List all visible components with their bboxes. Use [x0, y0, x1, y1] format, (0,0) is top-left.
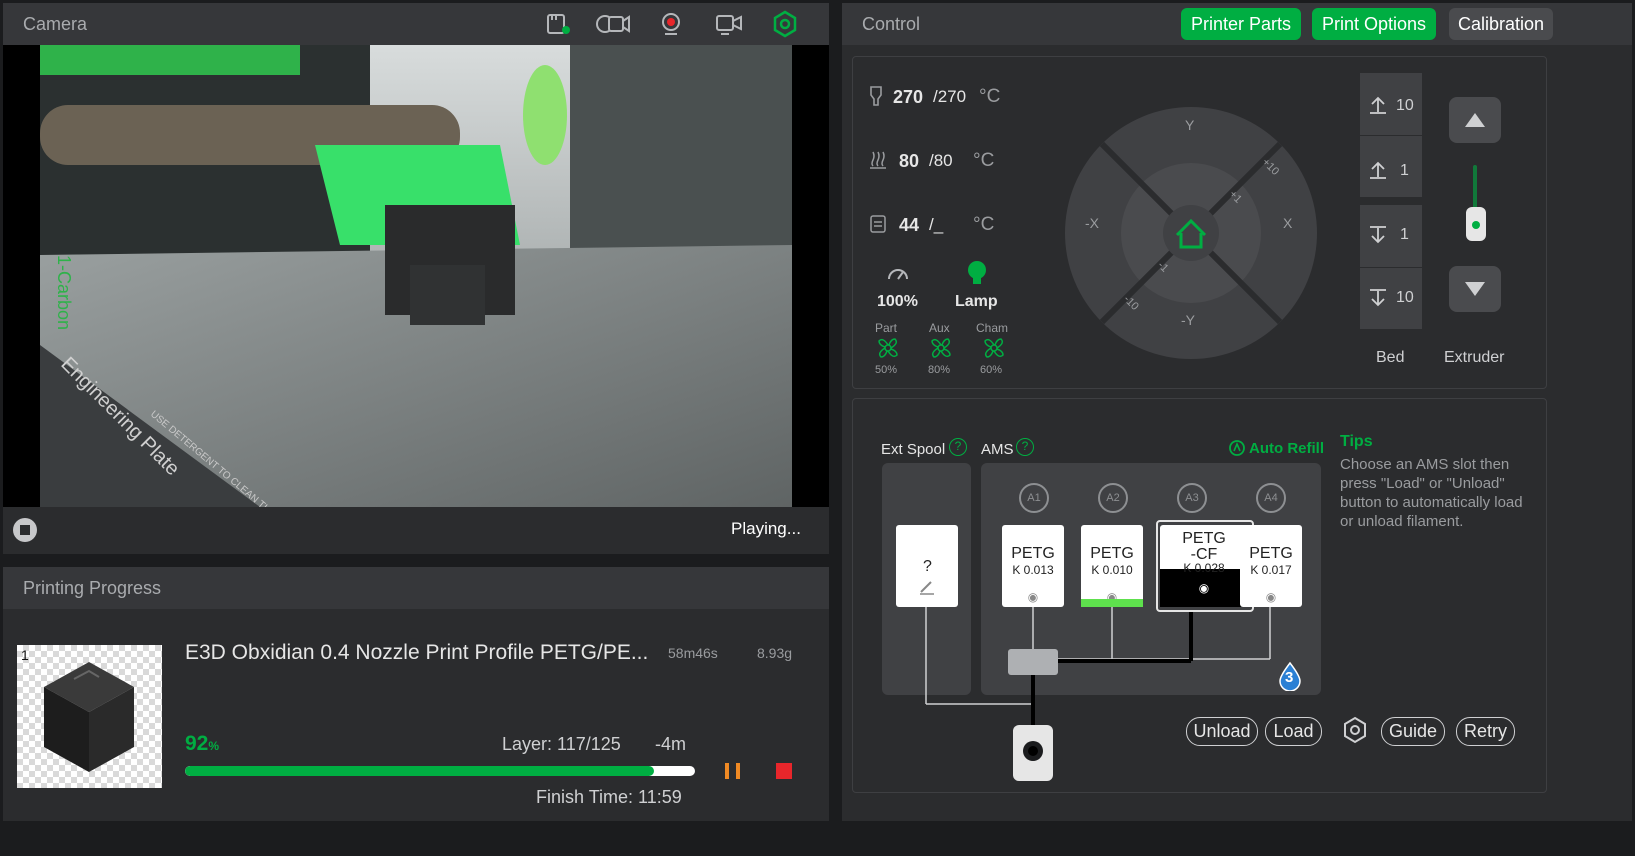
extruder-label: Extruder	[1444, 349, 1505, 366]
progress-header: Printing Progress	[3, 567, 829, 609]
humidity-level: 3	[1285, 669, 1294, 686]
progress-panel: Printing Progress 1 E3D Obxidian 0.4 Noz…	[3, 567, 829, 821]
fan-aux-icon[interactable]	[928, 335, 954, 361]
lamp-label[interactable]: Lamp	[955, 293, 998, 311]
extruder-down-button[interactable]	[1449, 266, 1501, 312]
nozzle-icon	[870, 86, 882, 106]
arrow-up-icon	[1370, 96, 1386, 114]
video-icon[interactable]	[715, 11, 743, 37]
fan-part-value: 50%	[875, 364, 898, 376]
motion-box: 270 /270 °C 80 /80 °C 44 /_ °C 100% Lamp…	[852, 56, 1547, 389]
arrow-up-icon	[1370, 161, 1386, 179]
bed-temp-unit: °C	[973, 150, 995, 171]
triangle-up-icon	[1465, 113, 1485, 127]
stop-stream-icon[interactable]	[12, 517, 38, 543]
extruder-head-icon	[1466, 207, 1486, 241]
control-title: Control	[862, 14, 921, 34]
unload-button[interactable]: Unload	[1186, 717, 1258, 746]
bed-temp-current: 80	[899, 151, 920, 171]
record-icon[interactable]	[659, 11, 683, 37]
sd-card-icon[interactable]	[545, 12, 571, 36]
scene-text-carbon: 1-Carbon	[54, 255, 74, 330]
toolhead-icon	[1013, 725, 1053, 781]
jog-y-plus[interactable]: Y	[1185, 117, 1194, 133]
progress-percent: 92%	[185, 732, 219, 756]
fan-cham-label: Cham	[976, 321, 1009, 335]
load-button[interactable]: Load	[1265, 717, 1322, 746]
camera-image: 1-Carbon Engineering Plate USE DETERGENT…	[40, 45, 792, 507]
bed-heat-icon	[870, 151, 886, 169]
camera-panel: Camera 1-Carbon Engineering Plate Playin…	[3, 3, 829, 554]
bed-down-1-button[interactable]: 1	[1360, 205, 1422, 267]
lamp-icon[interactable]	[964, 259, 990, 287]
bed-up-1-label: 1	[1400, 162, 1409, 179]
camera-feed: 1-Carbon Engineering Plate USE DETERGENT…	[3, 45, 829, 507]
ams-box: Ext Spool ? AMS ? Auto Refill Tips Choos…	[852, 398, 1547, 793]
arrow-down-icon	[1370, 226, 1386, 244]
triangle-down-icon	[1465, 282, 1485, 296]
model-cube-icon	[44, 662, 134, 772]
layer-count: Layer: 117/125	[502, 734, 621, 754]
speed-value[interactable]: 100%	[877, 293, 918, 311]
control-panel: Control Printer Parts Print Options Cali…	[842, 3, 1632, 821]
job-weight: 8.93g	[757, 645, 793, 661]
progress-percent-unit: %	[208, 739, 220, 753]
progress-title: Printing Progress	[23, 578, 162, 598]
tab-printer-parts[interactable]: Printer Parts	[1181, 8, 1301, 40]
progress-bar	[185, 766, 695, 776]
jog-x-minus[interactable]: -X	[1085, 215, 1099, 231]
job-name: E3D Obxidian 0.4 Nozzle Print Profile PE…	[185, 641, 649, 664]
bed-up-10-button[interactable]: 10	[1360, 73, 1422, 135]
retry-button[interactable]: Retry	[1456, 717, 1515, 746]
fan-cham-icon[interactable]	[981, 335, 1007, 361]
chamber-temp-current: 44	[899, 215, 920, 235]
stop-print-button[interactable]	[776, 763, 792, 779]
chamber-temp-target: /_	[929, 215, 944, 234]
arrow-down-icon	[1370, 289, 1386, 307]
fan-aux-value: 80%	[928, 364, 951, 376]
remaining-time: -4m	[655, 734, 686, 754]
nozzle-temp-current: 270	[893, 87, 924, 107]
tab-print-options[interactable]: Print Options	[1312, 8, 1436, 40]
extruder-up-button[interactable]	[1449, 97, 1501, 143]
fan-cham-value: 60%	[980, 364, 1003, 376]
nozzle-temp-unit: °C	[979, 86, 1001, 107]
bed-up-1-button[interactable]: 1	[1360, 135, 1422, 197]
stream-status: Playing...	[731, 519, 801, 538]
bed-temp-target[interactable]: /80	[929, 151, 953, 171]
bed-up-group: 10 1	[1360, 73, 1422, 197]
fan-part-label: Part	[875, 321, 898, 335]
plate-number: 1	[21, 647, 29, 663]
bed-label: Bed	[1376, 349, 1405, 366]
pause-button[interactable]	[723, 763, 743, 781]
bed-down-10-label: 10	[1396, 289, 1414, 306]
progress-percent-value: 92	[185, 732, 209, 755]
fan-aux-label: Aux	[929, 321, 950, 335]
chamber-icon	[870, 215, 886, 233]
finish-time: Finish Time: 11:59	[536, 787, 682, 807]
tab-calibration[interactable]: Calibration	[1449, 8, 1553, 40]
nozzle-temp-target[interactable]: /270	[933, 87, 966, 107]
job-time: 58m46s	[668, 645, 718, 661]
jog-x-plus[interactable]: X	[1283, 215, 1292, 231]
camera-settings-icon[interactable]	[771, 10, 799, 38]
bed-down-1-label: 1	[1400, 226, 1409, 243]
bed-up-10-label: 10	[1396, 97, 1414, 114]
bed-down-10-button[interactable]: 10	[1360, 267, 1422, 329]
bed-down-group: 1 10	[1360, 205, 1422, 329]
settings-gear-icon[interactable]	[1340, 715, 1370, 745]
jog-y-minus[interactable]: -Y	[1181, 312, 1195, 328]
chamber-temp-unit: °C	[973, 214, 995, 235]
guide-button[interactable]: Guide	[1381, 717, 1445, 746]
speed-gauge-icon[interactable]	[886, 263, 910, 283]
timelapse-icon[interactable]	[595, 11, 631, 37]
camera-header: Camera	[3, 3, 829, 45]
camera-title: Camera	[23, 14, 88, 34]
plate-thumbnail: 1	[17, 645, 162, 788]
fan-part-icon[interactable]	[875, 335, 901, 361]
progress-bar-fill	[185, 766, 655, 776]
